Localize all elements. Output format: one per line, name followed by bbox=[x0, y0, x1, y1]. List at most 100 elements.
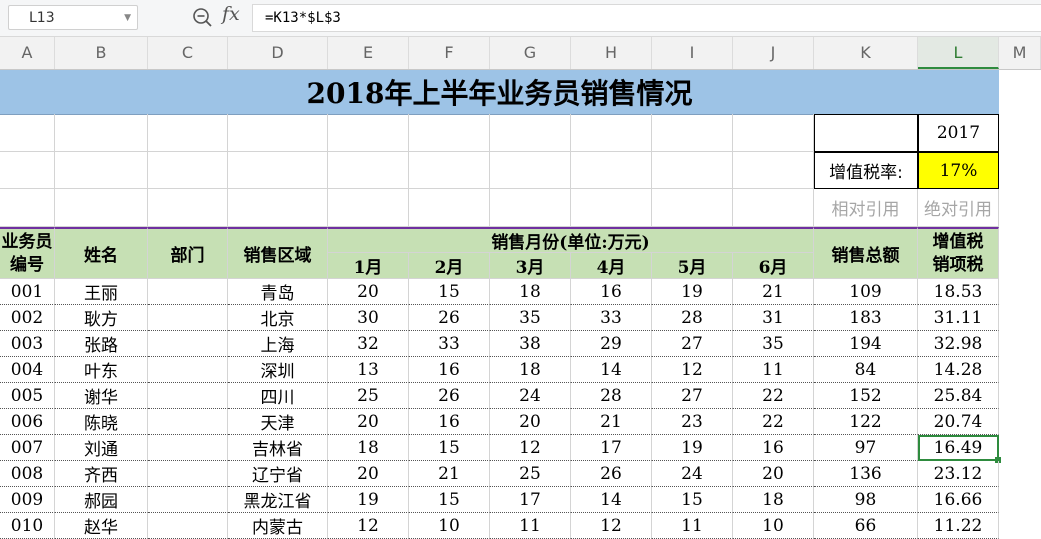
cell-month-6[interactable]: 16 bbox=[733, 435, 814, 461]
empty-cell[interactable] bbox=[490, 189, 571, 227]
cell-region[interactable]: 内蒙古 bbox=[228, 513, 328, 539]
cell-id[interactable]: 001 bbox=[0, 279, 55, 305]
cell-month-3[interactable]: 18 bbox=[490, 357, 571, 383]
column-header-m[interactable]: M bbox=[999, 37, 1041, 69]
cell-month-6[interactable]: 18 bbox=[733, 487, 814, 513]
cell-month-2[interactable]: 10 bbox=[409, 513, 490, 539]
cell-name[interactable]: 王丽 bbox=[55, 279, 148, 305]
empty-cell[interactable] bbox=[148, 114, 228, 152]
cell-name[interactable]: 叶东 bbox=[55, 357, 148, 383]
cell-id[interactable]: 003 bbox=[0, 331, 55, 357]
empty-cell[interactable] bbox=[652, 189, 733, 227]
cell-dept[interactable] bbox=[148, 383, 228, 409]
column-header-k[interactable]: K bbox=[814, 37, 918, 69]
cell-id[interactable]: 004 bbox=[0, 357, 55, 383]
cell-month-4[interactable]: 29 bbox=[571, 331, 652, 357]
empty-cell[interactable] bbox=[733, 189, 814, 227]
cell-month-3[interactable]: 25 bbox=[490, 461, 571, 487]
cell-month-4[interactable]: 21 bbox=[571, 409, 652, 435]
cell-month-3[interactable]: 35 bbox=[490, 305, 571, 331]
cell-month-5[interactable]: 24 bbox=[652, 461, 733, 487]
cell-region[interactable]: 黑龙江省 bbox=[228, 487, 328, 513]
cell-vat[interactable]: 18.53 bbox=[918, 279, 999, 305]
cell-vat[interactable]: 25.84 bbox=[918, 383, 999, 409]
cell-name[interactable]: 陈晓 bbox=[55, 409, 148, 435]
cell-name[interactable]: 郝园 bbox=[55, 487, 148, 513]
cell-month-1[interactable]: 20 bbox=[328, 279, 409, 305]
cell-month-5[interactable]: 12 bbox=[652, 357, 733, 383]
cell-total[interactable]: 98 bbox=[814, 487, 918, 513]
cell-month-5[interactable]: 23 bbox=[652, 409, 733, 435]
empty-cell[interactable] bbox=[148, 189, 228, 227]
cell-total[interactable]: 97 bbox=[814, 435, 918, 461]
cell-name[interactable]: 齐西 bbox=[55, 461, 148, 487]
cell-month-1[interactable]: 20 bbox=[328, 461, 409, 487]
empty-cell[interactable] bbox=[571, 114, 652, 152]
cell-id[interactable]: 009 bbox=[0, 487, 55, 513]
column-header-c[interactable]: C bbox=[148, 37, 228, 69]
cell-dept[interactable] bbox=[148, 409, 228, 435]
empty-cell[interactable] bbox=[409, 189, 490, 227]
cell-month-5[interactable]: 11 bbox=[652, 513, 733, 539]
tax-rate-value[interactable]: 17% bbox=[918, 152, 999, 189]
cell-dept[interactable] bbox=[148, 279, 228, 305]
empty-cell[interactable] bbox=[0, 114, 55, 152]
cell-total[interactable]: 183 bbox=[814, 305, 918, 331]
zoom-icon[interactable] bbox=[192, 7, 212, 27]
cell-month-2[interactable]: 21 bbox=[409, 461, 490, 487]
empty-cell[interactable] bbox=[0, 189, 55, 227]
cell-dept[interactable] bbox=[148, 331, 228, 357]
cell-total[interactable]: 122 bbox=[814, 409, 918, 435]
cell-month-1[interactable]: 32 bbox=[328, 331, 409, 357]
cell-id[interactable]: 008 bbox=[0, 461, 55, 487]
cell-region[interactable]: 天津 bbox=[228, 409, 328, 435]
empty-cell[interactable] bbox=[228, 114, 328, 152]
column-header-g[interactable]: G bbox=[490, 37, 571, 69]
header-vat[interactable]: 增值税 销项税 bbox=[918, 227, 999, 279]
cell-region[interactable]: 深圳 bbox=[228, 357, 328, 383]
cell-month-5[interactable]: 19 bbox=[652, 435, 733, 461]
cell-month-5[interactable]: 27 bbox=[652, 383, 733, 409]
cell-id[interactable]: 006 bbox=[0, 409, 55, 435]
cell-region[interactable]: 辽宁省 bbox=[228, 461, 328, 487]
cell-month-4[interactable]: 33 bbox=[571, 305, 652, 331]
empty-cell[interactable] bbox=[490, 152, 571, 189]
empty-cell[interactable] bbox=[228, 189, 328, 227]
cell-dept[interactable] bbox=[148, 513, 228, 539]
cell-month-4[interactable]: 12 bbox=[571, 513, 652, 539]
cell-month-1[interactable]: 30 bbox=[328, 305, 409, 331]
selected-cell[interactable]: 16.49 bbox=[918, 435, 999, 461]
cell-month-6[interactable]: 10 bbox=[733, 513, 814, 539]
cell-month-3[interactable]: 24 bbox=[490, 383, 571, 409]
name-box[interactable]: L13 ▼ bbox=[8, 5, 138, 30]
cell-month-1[interactable]: 13 bbox=[328, 357, 409, 383]
cell-name[interactable]: 谢华 bbox=[55, 383, 148, 409]
cell-month-4[interactable]: 16 bbox=[571, 279, 652, 305]
header-region[interactable]: 销售区域 bbox=[228, 227, 328, 279]
header-name[interactable]: 姓名 bbox=[55, 227, 148, 279]
cell-month-2[interactable]: 16 bbox=[409, 409, 490, 435]
cell-vat[interactable]: 31.11 bbox=[918, 305, 999, 331]
cell-dept[interactable] bbox=[148, 357, 228, 383]
column-header-j[interactable]: J bbox=[733, 37, 814, 69]
cell-month-5[interactable]: 28 bbox=[652, 305, 733, 331]
tax-rate-label[interactable]: 增值税率: bbox=[814, 152, 918, 189]
cell-month-4[interactable]: 14 bbox=[571, 357, 652, 383]
empty-cell[interactable] bbox=[55, 152, 148, 189]
cell-region[interactable]: 上海 bbox=[228, 331, 328, 357]
cell-total[interactable]: 152 bbox=[814, 383, 918, 409]
cell-name[interactable]: 张路 bbox=[55, 331, 148, 357]
empty-cell[interactable] bbox=[328, 189, 409, 227]
cell-month-3[interactable]: 12 bbox=[490, 435, 571, 461]
formula-input[interactable]: =K13*$L$3 bbox=[252, 4, 1041, 32]
header-month-5[interactable]: 5月 bbox=[652, 253, 733, 279]
cell-month-2[interactable]: 26 bbox=[409, 305, 490, 331]
fx-icon[interactable]: fx bbox=[222, 3, 240, 25]
empty-cell[interactable] bbox=[55, 189, 148, 227]
column-header-e[interactable]: E bbox=[328, 37, 409, 69]
cell-month-1[interactable]: 25 bbox=[328, 383, 409, 409]
column-header-f[interactable]: F bbox=[409, 37, 490, 69]
cell-total[interactable]: 136 bbox=[814, 461, 918, 487]
cell-region[interactable]: 青岛 bbox=[228, 279, 328, 305]
empty-cell[interactable] bbox=[733, 114, 814, 152]
